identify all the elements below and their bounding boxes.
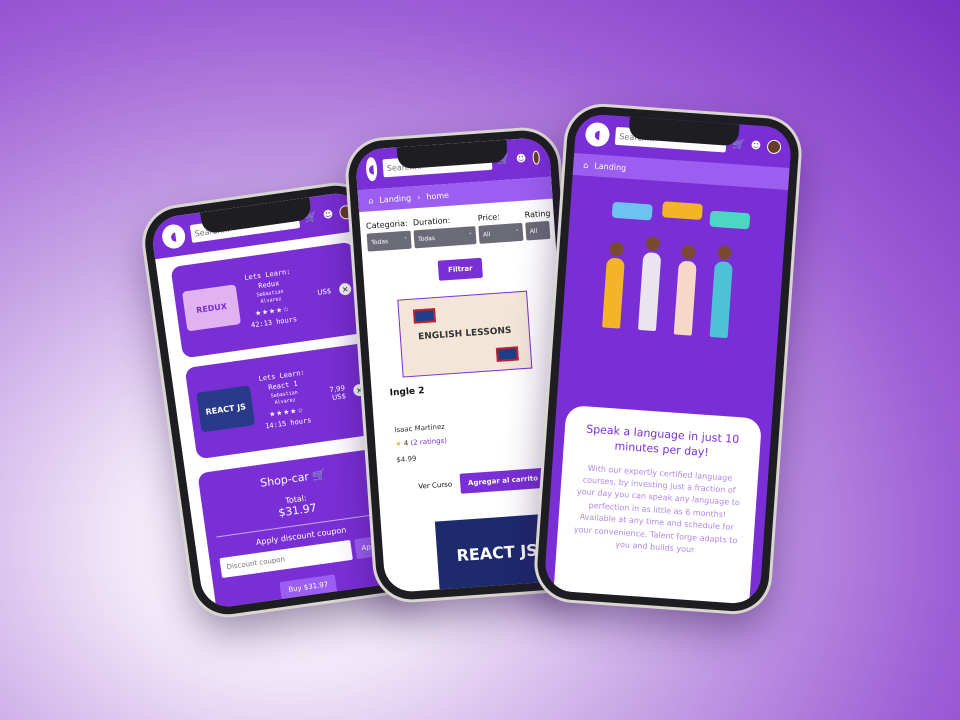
filter-button[interactable]: Filtrar <box>437 257 484 281</box>
cart-item: REACT JS Lets Learn: React 1 Sebastian A… <box>184 342 380 460</box>
view-course-link[interactable]: Ver Curso <box>418 480 452 490</box>
user-icon[interactable]: ☻ <box>322 209 334 221</box>
cart-item-info: Lets Learn: Redux Sebastian Alvarez ★★★★… <box>242 268 300 332</box>
avatar[interactable] <box>531 150 541 165</box>
chevron-down-icon: ˅ <box>515 228 520 236</box>
filter-rating: Rating All <box>524 209 552 241</box>
shop-car-title-text: Shop-car <box>259 470 310 490</box>
hero-card: Speak a language in just 10 minutes per … <box>549 405 763 605</box>
breadcrumb-item-landing[interactable]: Landing <box>594 161 626 172</box>
filter-value: All <box>529 227 538 235</box>
uk-flag-icon <box>413 308 436 324</box>
price-currency: US$ <box>316 287 332 297</box>
filter-label: Categoria: <box>365 218 408 231</box>
person-head <box>681 244 696 260</box>
speech-bubble-icon <box>611 201 653 221</box>
person-figure <box>709 261 733 339</box>
logo-icon[interactable]: ◖ <box>584 121 611 148</box>
home-icon[interactable]: ⌂ <box>583 160 589 169</box>
course-image-text: ENGLISH LESSONS <box>417 325 512 343</box>
phone-landing-screen: ◖ 🛒 ☻ ⌂ Landing Speak a language in just… <box>543 113 793 605</box>
star-icon: ★ <box>395 439 402 449</box>
remove-item-button[interactable]: ✕ <box>338 282 352 296</box>
filter-value: Todas <box>370 237 389 246</box>
filter-label: Duration: <box>412 215 451 228</box>
hero-body: With our expertly certified language cou… <box>573 463 741 555</box>
course-thumbnail[interactable]: REACT JS <box>196 385 256 433</box>
person-figure <box>673 260 697 336</box>
logo-icon[interactable]: ◖ <box>160 223 187 250</box>
filter-label: Rating <box>524 208 551 220</box>
filter-select[interactable]: All ˅ <box>478 222 524 244</box>
phone-landing: ◖ 🛒 ☻ ⌂ Landing Speak a language in just… <box>535 104 801 614</box>
person-head <box>645 236 661 252</box>
breadcrumb-item-landing[interactable]: Landing <box>379 193 411 204</box>
chevron-down-icon: ˅ <box>403 236 408 244</box>
filter-label: Price: <box>477 212 501 223</box>
speech-bubble-icon <box>709 210 751 230</box>
course-image-english[interactable]: ENGLISH LESSONS <box>397 290 533 378</box>
ratings-count[interactable]: (2 ratings) <box>410 437 447 448</box>
filter-value: Todas <box>417 234 436 243</box>
buy-button[interactable]: Buy $31.97 <box>279 574 338 600</box>
chevron-right-icon: › <box>416 192 421 202</box>
filter-price: Price: All ˅ <box>477 211 524 244</box>
people-talking-illustration <box>558 189 787 394</box>
home-icon[interactable]: ⌂ <box>368 196 374 205</box>
person-head <box>609 241 625 257</box>
person-figure <box>602 257 625 329</box>
filter-duration: Duration: Todas ˅ <box>412 214 477 249</box>
filter-value: All <box>482 230 491 239</box>
cart-item-price: 7,99 US$ <box>317 384 347 404</box>
person-head <box>717 245 733 261</box>
filter-select[interactable]: Todas ˅ <box>413 226 477 249</box>
cart-icon: 🛒 <box>311 467 327 483</box>
rating-value: 4 <box>403 439 409 448</box>
avatar[interactable] <box>766 139 782 155</box>
user-icon[interactable]: ☻ <box>516 153 527 165</box>
course-thumbnail[interactable]: REDUX <box>181 284 242 332</box>
course-title[interactable]: Ingle 2 <box>389 376 565 398</box>
cart-item-info: Lets Learn: React 1 Sebastian Alvarez ★★… <box>256 369 314 433</box>
logo-icon[interactable]: ◖ <box>365 156 378 182</box>
filter-select[interactable]: All <box>525 220 551 241</box>
speech-bubble-icon <box>661 201 703 221</box>
add-to-cart-button[interactable]: Agregar al carrito <box>459 467 547 494</box>
breadcrumb-item-home[interactable]: home <box>426 190 449 201</box>
chevron-down-icon: ˅ <box>468 231 473 240</box>
person-figure <box>637 252 662 332</box>
uk-flag-icon <box>495 346 519 362</box>
cart-item: REDUX Lets Learn: Redux Sebastian Alvare… <box>170 241 366 359</box>
cart-item-price: US$ <box>303 287 332 299</box>
filter-categoria: Categoria: Todas ˅ <box>366 219 412 252</box>
user-icon[interactable]: ☻ <box>750 140 761 152</box>
hero-headline: Speak a language in just 10 minutes per … <box>585 422 740 459</box>
filter-select[interactable]: Todas ˅ <box>366 230 412 252</box>
